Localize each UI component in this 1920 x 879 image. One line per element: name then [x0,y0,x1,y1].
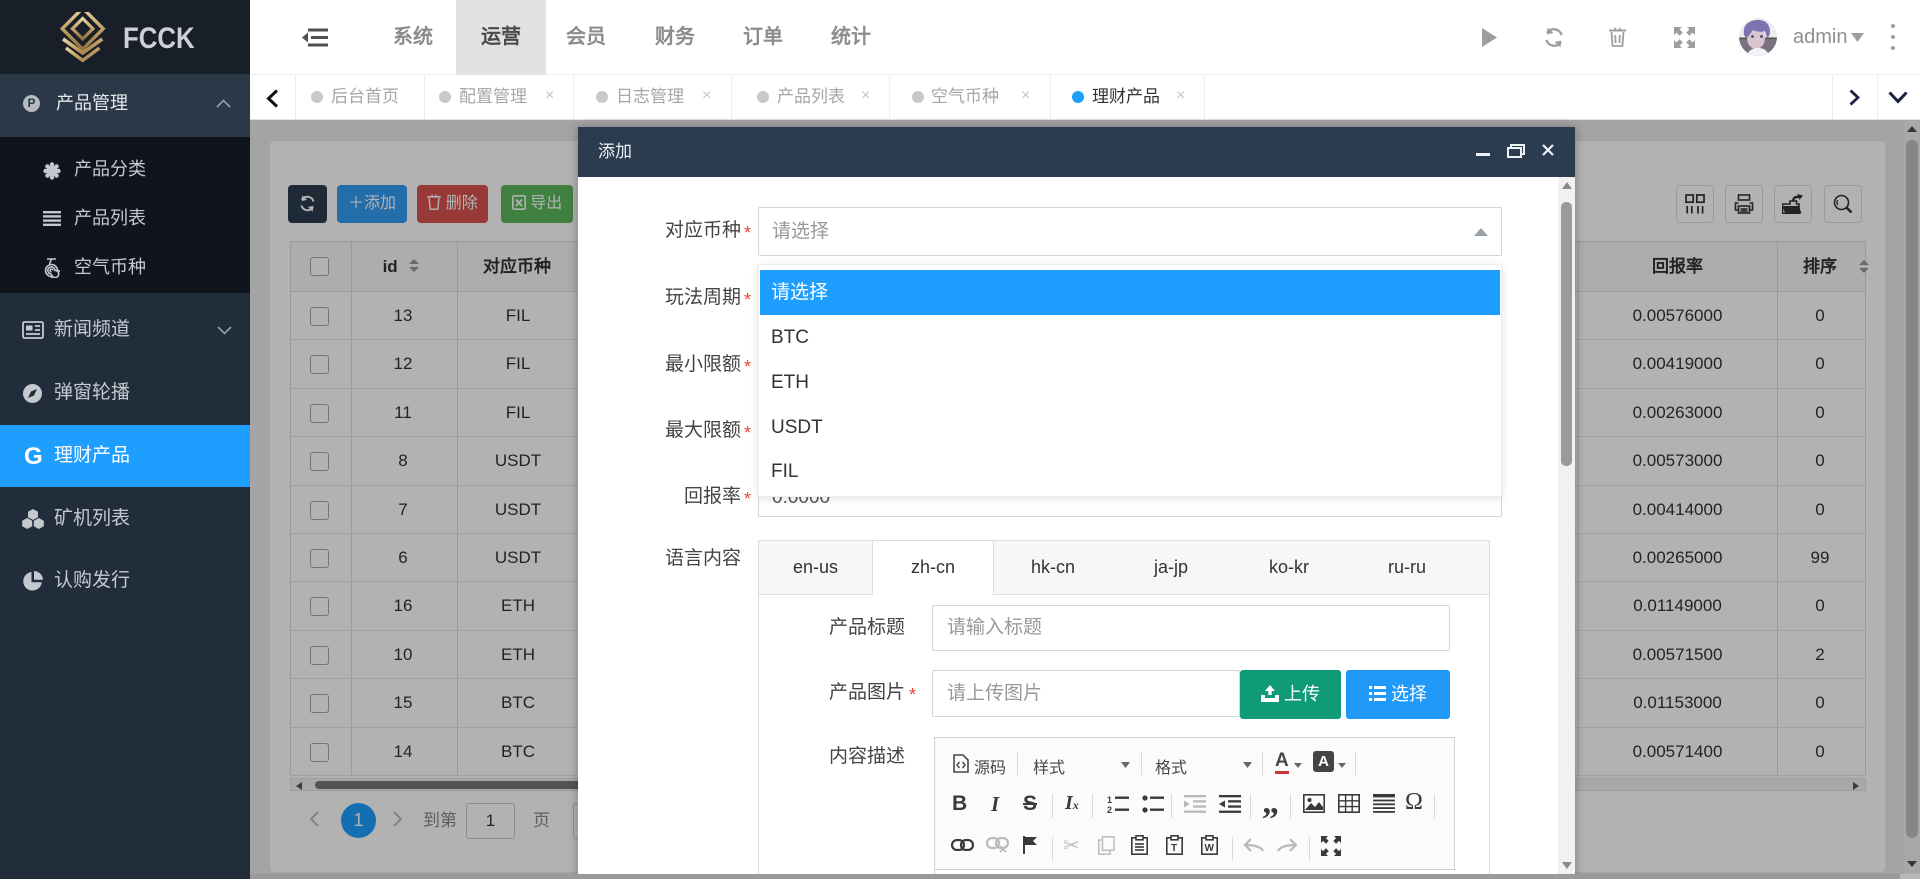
svg-text:2: 2 [1107,805,1112,813]
svg-text:W: W [1205,843,1215,854]
svg-text:1: 1 [1107,795,1112,805]
svg-text:T: T [1171,843,1177,854]
